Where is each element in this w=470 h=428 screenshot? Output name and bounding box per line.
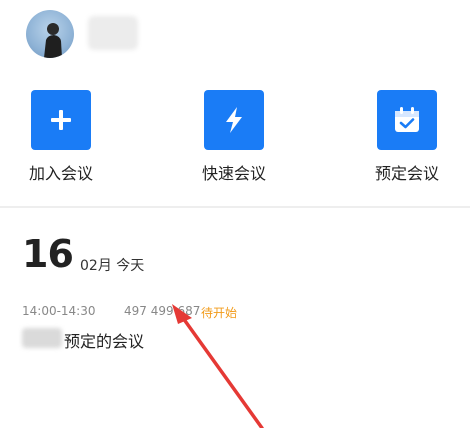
- annotation-arrow: [172, 304, 264, 428]
- meeting-home-screen: 加入会议 快速会议 预定会议 16 02月 今天 14:00-14:30 497…: [0, 0, 470, 428]
